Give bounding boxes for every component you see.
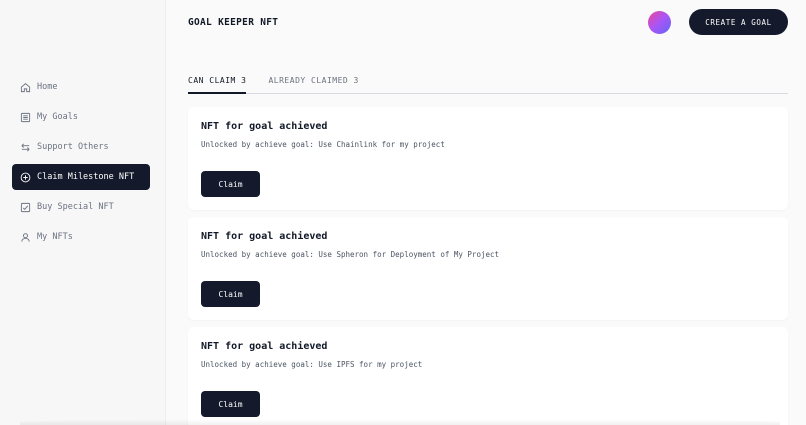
sidebar-item-label: Buy Special NFT: [37, 202, 114, 212]
bottom-shadow: [20, 419, 780, 425]
sidebar-item-label: My NFTs: [37, 232, 73, 242]
nft-card: NFT for goal achieved Unlocked by achiev…: [188, 107, 788, 210]
sidebar-item-label: Home: [37, 82, 58, 92]
card-description: Unlocked by achieve goal: Use Spheron fo…: [201, 250, 500, 259]
create-goal-button[interactable]: CREATE A GOAL: [689, 9, 788, 35]
card-title: NFT for goal achieved: [201, 121, 328, 132]
nft-card: NFT for goal achieved Unlocked by achiev…: [188, 327, 788, 425]
brand-title: GOAL KEEPER NFT: [188, 17, 279, 28]
user-icon: [20, 232, 31, 243]
sidebar-item-label: My Goals: [37, 112, 78, 122]
sidebar-item-support-others[interactable]: Support Others: [12, 134, 150, 160]
claim-button[interactable]: Claim: [201, 281, 260, 307]
sidebar-item-my-nfts[interactable]: My NFTs: [12, 224, 150, 250]
tab-can-claim[interactable]: CAN CLAIM 3: [188, 70, 247, 94]
claim-button[interactable]: Claim: [201, 171, 260, 197]
claim-button[interactable]: Claim: [201, 391, 260, 417]
list-icon: [20, 112, 31, 123]
cart-icon: [20, 202, 31, 213]
sidebar-item-my-goals[interactable]: My Goals: [12, 104, 150, 130]
card-title: NFT for goal achieved: [201, 341, 328, 352]
card-description: Unlocked by achieve goal: Use IPFS for m…: [201, 360, 423, 369]
card-title: NFT for goal achieved: [201, 231, 328, 242]
sidebar-item-home[interactable]: Home: [12, 74, 150, 100]
nft-card-list: NFT for goal achieved Unlocked by achiev…: [188, 107, 788, 425]
tab-bar: CAN CLAIM 3 ALREADY CLAIMED 3: [188, 70, 788, 94]
card-description: Unlocked by achieve goal: Use Chainlink …: [201, 140, 445, 149]
sidebar-item-claim-milestone-nft[interactable]: Claim Milestone NFT: [12, 164, 150, 190]
main-content: GOAL KEEPER NFT CREATE A GOAL CAN CLAIM …: [167, 0, 806, 425]
home-icon: [20, 82, 31, 93]
avatar[interactable]: [648, 11, 671, 34]
tab-already-claimed[interactable]: ALREADY CLAIMED 3: [268, 70, 358, 94]
arrows-exchange-icon: [20, 142, 31, 153]
plus-circle-icon: [20, 172, 31, 183]
sidebar-item-label: Claim Milestone NFT: [37, 172, 135, 182]
sidebar-nav: Home My Goals Support Others Claim Miles…: [12, 74, 150, 254]
sidebar-item-buy-special-nft[interactable]: Buy Special NFT: [12, 194, 150, 220]
sidebar-item-label: Support Others: [37, 142, 109, 152]
nft-card: NFT for goal achieved Unlocked by achiev…: [188, 217, 788, 320]
sidebar: Home My Goals Support Others Claim Miles…: [0, 0, 166, 425]
